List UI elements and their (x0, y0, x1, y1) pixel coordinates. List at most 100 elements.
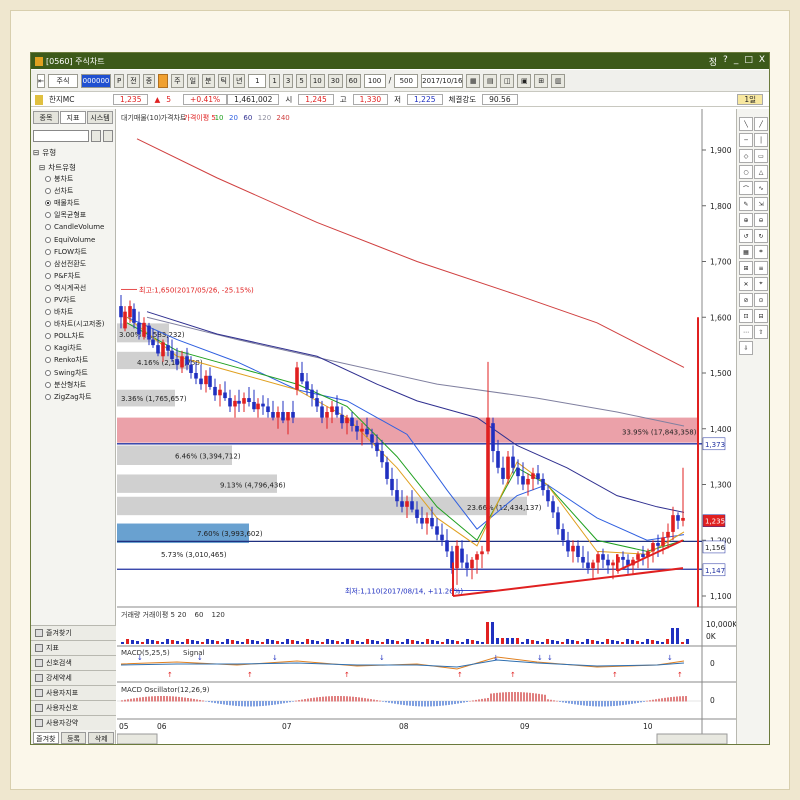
market-select[interactable]: 주식 (48, 73, 78, 88)
drawing-tool-icon[interactable]: ⊞ (739, 261, 753, 275)
radio-icon[interactable] (45, 296, 51, 303)
panel-section-button[interactable]: 지표 (31, 640, 116, 655)
candle-body[interactable] (123, 311, 127, 329)
radio-icon[interactable] (45, 284, 51, 291)
candle-body[interactable] (194, 373, 198, 379)
candle-body[interactable] (566, 540, 570, 552)
radio-icon[interactable] (45, 333, 51, 340)
candle-body[interactable] (651, 543, 655, 552)
period-year[interactable]: 년 (232, 73, 246, 88)
candle-body[interactable] (521, 476, 525, 485)
chart-type-item[interactable]: 삼선전환도 (31, 258, 115, 270)
candle-body[interactable] (218, 389, 222, 396)
chart-type-item[interactable]: 바차트(시고저종) (31, 318, 115, 330)
drawing-tool-icon[interactable]: ∿ (754, 181, 768, 195)
tree-header[interactable]: ⊟ 유형 (33, 146, 113, 158)
candle-body[interactable] (491, 423, 495, 452)
drawing-tool-icon[interactable]: ⇩ (739, 341, 753, 355)
interval-3[interactable]: 3 (282, 73, 294, 88)
candle-body[interactable] (621, 556, 625, 560)
candle-body[interactable] (496, 451, 500, 468)
chart-type-item[interactable]: Swing차트 (31, 367, 115, 379)
count-input[interactable]: 100 (363, 73, 386, 88)
candle-body[interactable] (233, 400, 237, 407)
candle-body[interactable] (185, 356, 189, 365)
footer-register[interactable]: 등록 (60, 732, 87, 744)
candle-body[interactable] (460, 548, 464, 563)
candle-body[interactable] (252, 401, 256, 410)
candle-body[interactable] (360, 428, 364, 432)
drawing-tool-icon[interactable]: ✎ (739, 197, 753, 211)
drawing-tool-icon[interactable]: ⇲ (754, 197, 768, 211)
period-minute[interactable]: 분 (202, 73, 215, 88)
tool-icon-6[interactable]: ▥ (551, 73, 566, 88)
candle-body[interactable] (676, 515, 680, 521)
candle-body[interactable] (395, 490, 399, 502)
chart-type-item[interactable]: 분산형차트 (31, 379, 115, 391)
candle-body[interactable] (415, 509, 419, 518)
drawing-tool-icon[interactable]: ▦ (739, 245, 753, 259)
candle-body[interactable] (425, 517, 429, 524)
radio-icon[interactable] (45, 224, 51, 231)
candle-body[interactable] (536, 473, 540, 479)
candle-body[interactable] (355, 425, 359, 432)
tree-group[interactable]: ⊟ 차트유형 (33, 161, 113, 173)
candle-body[interactable] (400, 501, 404, 507)
candle-body[interactable] (380, 451, 384, 463)
candle-body[interactable] (576, 545, 580, 557)
candle-body[interactable] (561, 529, 565, 541)
drawing-tool-icon[interactable]: ⊕ (739, 213, 753, 227)
candle-body[interactable] (189, 364, 193, 373)
candle-body[interactable] (656, 543, 660, 546)
candle-body[interactable] (480, 551, 484, 555)
candle-body[interactable] (345, 417, 349, 424)
candle-body[interactable] (291, 412, 295, 418)
drawing-tool-icon[interactable]: ⋯ (739, 325, 753, 339)
maximize-button[interactable]: □ (744, 55, 753, 68)
candle-body[interactable] (455, 545, 459, 569)
drawing-tool-icon[interactable]: ⌒ (739, 181, 753, 195)
candle-body[interactable] (586, 562, 590, 569)
drawing-tool-icon[interactable]: ⊘ (739, 293, 753, 307)
candle-body[interactable] (315, 398, 319, 407)
candle-body[interactable] (320, 406, 324, 418)
tool-icon-3[interactable]: ◫ (500, 73, 515, 88)
candle-body[interactable] (128, 306, 132, 318)
radio-icon[interactable] (45, 272, 51, 279)
radio-icon[interactable] (45, 176, 51, 183)
candle-body[interactable] (247, 398, 251, 402)
candle-body[interactable] (276, 412, 280, 418)
radio-icon[interactable] (45, 381, 51, 388)
candle-body[interactable] (266, 406, 270, 413)
drawing-tool-icon[interactable]: ⊙ (754, 293, 768, 307)
candle-body[interactable] (310, 389, 314, 399)
drawing-tool-icon[interactable]: ◇ (739, 149, 753, 163)
candle-body[interactable] (242, 398, 246, 404)
candle-body[interactable] (375, 442, 379, 452)
radio-icon[interactable] (45, 369, 51, 376)
radio-icon[interactable] (45, 248, 51, 255)
radio-icon[interactable] (45, 393, 51, 400)
drawing-tool-icon[interactable]: ⌖ (754, 277, 768, 291)
chart-type-item[interactable]: EquiVolume (31, 233, 115, 245)
drawing-tool-icon[interactable]: ⊡ (739, 309, 753, 323)
radio-icon[interactable] (45, 345, 51, 352)
tool-icon-5[interactable]: ⊞ (534, 73, 549, 88)
close-button[interactable]: X (759, 55, 765, 68)
tab-systems[interactable]: 시스템 (87, 111, 113, 124)
candle-body[interactable] (511, 456, 515, 468)
candle-body[interactable] (581, 556, 585, 563)
period-day[interactable]: 일 (186, 73, 200, 88)
candle-body[interactable] (385, 462, 389, 479)
chart-type-item[interactable]: Kagi차트 (31, 342, 115, 354)
candle-body[interactable] (661, 537, 665, 546)
candle-body[interactable] (611, 562, 615, 566)
candle-body[interactable] (410, 501, 414, 510)
interval-select[interactable]: 1 (248, 73, 267, 88)
candle-body[interactable] (281, 412, 285, 421)
period-tick[interactable]: 틱 (217, 73, 230, 88)
chart-type-item[interactable]: PV차트 (31, 294, 115, 306)
candle-body[interactable] (305, 381, 309, 390)
panel-section-button[interactable]: 사용자강약 (31, 715, 116, 730)
candle-body[interactable] (596, 554, 600, 563)
